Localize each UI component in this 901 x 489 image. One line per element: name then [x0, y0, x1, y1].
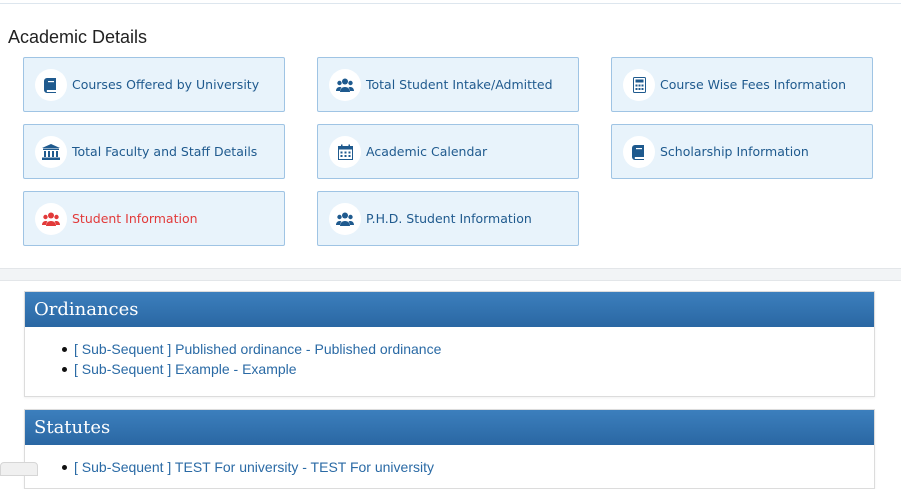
- course-wise-fees-button[interactable]: Course Wise Fees Information: [611, 57, 873, 112]
- users-icon: [329, 68, 361, 101]
- statute-link[interactable]: [ Sub-Sequent ] TEST For university - TE…: [74, 459, 434, 475]
- card-label: Total Faculty and Staff Details: [72, 144, 258, 159]
- total-student-intake-button[interactable]: Total Student Intake/Admitted: [317, 57, 579, 112]
- scholarship-information-button[interactable]: Scholarship Information: [611, 124, 873, 179]
- corner-tab[interactable]: [0, 462, 38, 476]
- ordinances-panel: Ordinances [ Sub-Sequent ] Published ord…: [24, 291, 875, 397]
- list-item: [ Sub-Sequent ] Published ordinance - Pu…: [62, 339, 874, 359]
- card-label: P.H.D. Student Information: [366, 211, 532, 226]
- card-label: Course Wise Fees Information: [660, 77, 847, 92]
- card-label: Student Information: [72, 211, 198, 226]
- statutes-list: [ Sub-Sequent ] TEST For university - TE…: [25, 445, 874, 477]
- ordinances-list: [ Sub-Sequent ] Published ordinance - Pu…: [25, 327, 874, 379]
- book-icon: [35, 68, 67, 101]
- ordinances-heading: Ordinances: [25, 292, 874, 327]
- ordinance-link[interactable]: [ Sub-Sequent ] Example - Example: [74, 361, 297, 377]
- card-label: Courses Offered by University: [72, 77, 260, 92]
- book-icon: [623, 135, 655, 168]
- section-divider: [0, 268, 901, 281]
- calculator-icon: [623, 68, 655, 101]
- academic-calendar-button[interactable]: Academic Calendar: [317, 124, 579, 179]
- institution-icon: [35, 135, 67, 168]
- section-title-academic-details: Academic Details: [8, 27, 148, 47]
- list-item: [ Sub-Sequent ] Example - Example: [62, 359, 874, 379]
- users-icon: [329, 202, 361, 235]
- users-icon: [35, 202, 67, 235]
- card-label: Academic Calendar: [366, 144, 488, 159]
- list-item: [ Sub-Sequent ] TEST For university - TE…: [62, 457, 874, 477]
- statutes-heading: Statutes: [25, 410, 874, 445]
- ordinance-link[interactable]: [ Sub-Sequent ] Published ordinance - Pu…: [74, 341, 441, 357]
- total-faculty-staff-button[interactable]: Total Faculty and Staff Details: [23, 124, 285, 179]
- phd-student-information-button[interactable]: P.H.D. Student Information: [317, 191, 579, 246]
- card-label: Scholarship Information: [660, 144, 809, 159]
- top-divider: [0, 0, 901, 4]
- card-label: Total Student Intake/Admitted: [366, 77, 553, 92]
- courses-offered-button[interactable]: Courses Offered by University: [23, 57, 285, 112]
- student-information-button[interactable]: Student Information: [23, 191, 285, 246]
- calendar-icon: [329, 135, 361, 168]
- statutes-panel: Statutes [ Sub-Sequent ] TEST For univer…: [24, 409, 875, 489]
